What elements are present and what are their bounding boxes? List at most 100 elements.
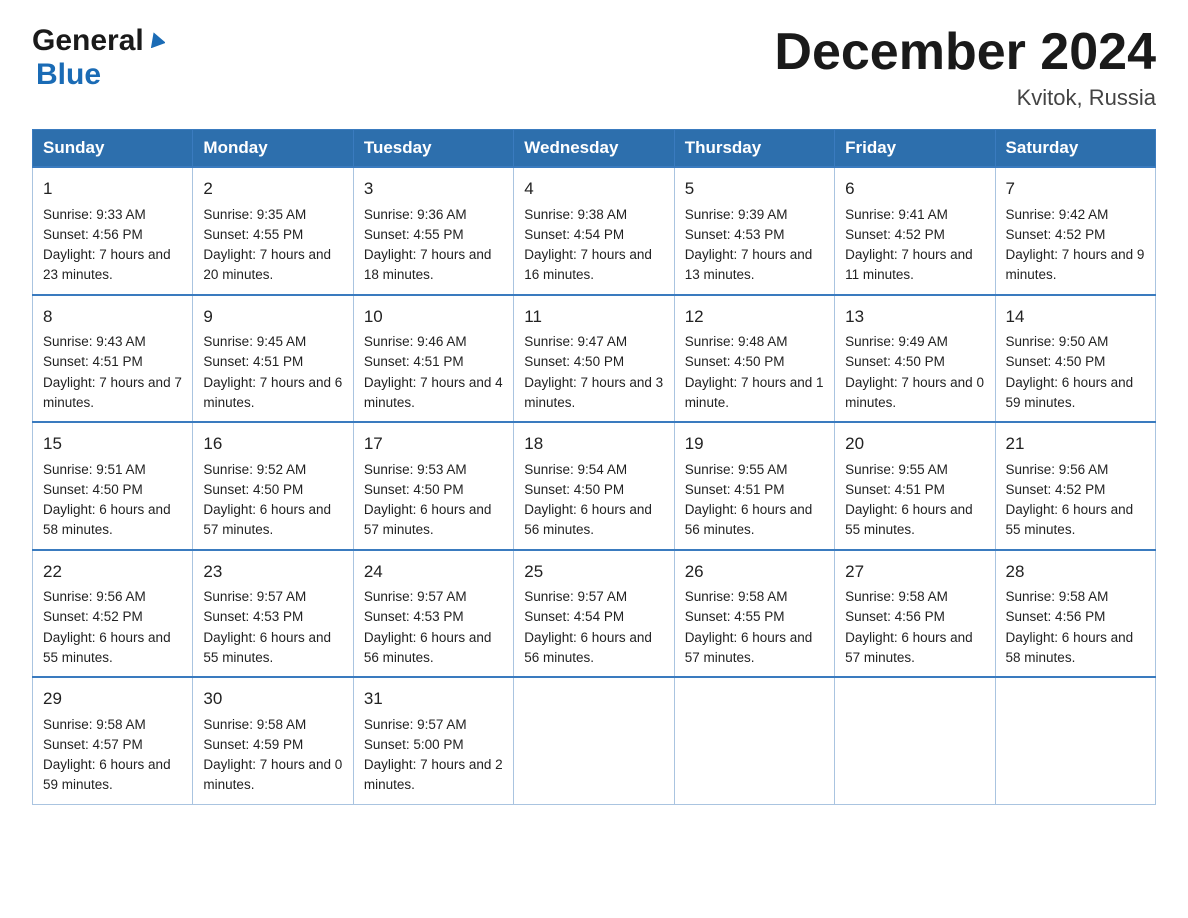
- sunset-text: Sunset: 4:51 PM: [685, 482, 785, 497]
- day-number: 11: [524, 304, 663, 330]
- sunrise-text: Sunrise: 9:56 AM: [43, 589, 146, 604]
- table-row: 26 Sunrise: 9:58 AM Sunset: 4:55 PM Dayl…: [674, 550, 834, 678]
- day-number: 19: [685, 431, 824, 457]
- table-row: 20 Sunrise: 9:55 AM Sunset: 4:51 PM Dayl…: [835, 422, 995, 550]
- sunrise-text: Sunrise: 9:38 AM: [524, 207, 627, 222]
- table-row: 21 Sunrise: 9:56 AM Sunset: 4:52 PM Dayl…: [995, 422, 1155, 550]
- sunset-text: Sunset: 4:50 PM: [685, 354, 785, 369]
- table-row: 22 Sunrise: 9:56 AM Sunset: 4:52 PM Dayl…: [33, 550, 193, 678]
- day-number: 3: [364, 176, 503, 202]
- sunrise-text: Sunrise: 9:58 AM: [43, 717, 146, 732]
- sunset-text: Sunset: 4:56 PM: [845, 609, 945, 624]
- sunset-text: Sunset: 4:52 PM: [43, 609, 143, 624]
- sunset-text: Sunset: 4:51 PM: [364, 354, 464, 369]
- day-number: 10: [364, 304, 503, 330]
- sunset-text: Sunset: 4:56 PM: [43, 227, 143, 242]
- day-number: 22: [43, 559, 182, 585]
- table-row: 16 Sunrise: 9:52 AM Sunset: 4:50 PM Dayl…: [193, 422, 353, 550]
- sunrise-text: Sunrise: 9:36 AM: [364, 207, 467, 222]
- sunset-text: Sunset: 4:50 PM: [524, 354, 624, 369]
- sunset-text: Sunset: 4:50 PM: [364, 482, 464, 497]
- sunrise-text: Sunrise: 9:33 AM: [43, 207, 146, 222]
- calendar-table: Sunday Monday Tuesday Wednesday Thursday…: [32, 129, 1156, 805]
- day-number: 29: [43, 686, 182, 712]
- sunset-text: Sunset: 4:53 PM: [203, 609, 303, 624]
- sunset-text: Sunset: 4:50 PM: [1006, 354, 1106, 369]
- sunset-text: Sunset: 4:51 PM: [845, 482, 945, 497]
- day-number: 17: [364, 431, 503, 457]
- daylight-text: Daylight: 6 hours and 55 minutes.: [203, 630, 331, 665]
- day-number: 9: [203, 304, 342, 330]
- sunset-text: Sunset: 4:54 PM: [524, 609, 624, 624]
- day-number: 20: [845, 431, 984, 457]
- sunset-text: Sunset: 4:52 PM: [1006, 227, 1106, 242]
- daylight-text: Daylight: 6 hours and 56 minutes.: [524, 502, 652, 537]
- sunset-text: Sunset: 4:50 PM: [845, 354, 945, 369]
- page-header: General Blue December 2024 Kvitok, Russi…: [32, 24, 1156, 111]
- table-row: 9 Sunrise: 9:45 AM Sunset: 4:51 PM Dayli…: [193, 295, 353, 423]
- daylight-text: Daylight: 7 hours and 2 minutes.: [364, 757, 503, 792]
- daylight-text: Daylight: 6 hours and 56 minutes.: [685, 502, 813, 537]
- month-title: December 2024: [774, 24, 1156, 81]
- table-row: 28 Sunrise: 9:58 AM Sunset: 4:56 PM Dayl…: [995, 550, 1155, 678]
- table-row: 15 Sunrise: 9:51 AM Sunset: 4:50 PM Dayl…: [33, 422, 193, 550]
- daylight-text: Daylight: 6 hours and 57 minutes.: [203, 502, 331, 537]
- sunrise-text: Sunrise: 9:50 AM: [1006, 334, 1109, 349]
- day-number: 23: [203, 559, 342, 585]
- day-number: 12: [685, 304, 824, 330]
- daylight-text: Daylight: 6 hours and 57 minutes.: [845, 630, 973, 665]
- sunrise-text: Sunrise: 9:42 AM: [1006, 207, 1109, 222]
- table-row: 17 Sunrise: 9:53 AM Sunset: 4:50 PM Dayl…: [353, 422, 513, 550]
- col-friday: Friday: [835, 130, 995, 168]
- sunrise-text: Sunrise: 9:47 AM: [524, 334, 627, 349]
- table-row: 10 Sunrise: 9:46 AM Sunset: 4:51 PM Dayl…: [353, 295, 513, 423]
- daylight-text: Daylight: 7 hours and 20 minutes.: [203, 247, 331, 282]
- daylight-text: Daylight: 7 hours and 4 minutes.: [364, 375, 503, 410]
- day-number: 1: [43, 176, 182, 202]
- sunrise-text: Sunrise: 9:41 AM: [845, 207, 948, 222]
- daylight-text: Daylight: 7 hours and 18 minutes.: [364, 247, 492, 282]
- sunrise-text: Sunrise: 9:58 AM: [845, 589, 948, 604]
- daylight-text: Daylight: 7 hours and 9 minutes.: [1006, 247, 1145, 282]
- sunrise-text: Sunrise: 9:58 AM: [203, 717, 306, 732]
- sunset-text: Sunset: 4:53 PM: [685, 227, 785, 242]
- sunrise-text: Sunrise: 9:45 AM: [203, 334, 306, 349]
- sunrise-text: Sunrise: 9:48 AM: [685, 334, 788, 349]
- table-row: [995, 677, 1155, 804]
- day-number: 26: [685, 559, 824, 585]
- sunrise-text: Sunrise: 9:53 AM: [364, 462, 467, 477]
- sunset-text: Sunset: 5:00 PM: [364, 737, 464, 752]
- sunset-text: Sunset: 4:57 PM: [43, 737, 143, 752]
- sunrise-text: Sunrise: 9:46 AM: [364, 334, 467, 349]
- daylight-text: Daylight: 7 hours and 0 minutes.: [203, 757, 342, 792]
- col-saturday: Saturday: [995, 130, 1155, 168]
- daylight-text: Daylight: 6 hours and 55 minutes.: [845, 502, 973, 537]
- table-row: [835, 677, 995, 804]
- table-row: [674, 677, 834, 804]
- table-row: 8 Sunrise: 9:43 AM Sunset: 4:51 PM Dayli…: [33, 295, 193, 423]
- sunrise-text: Sunrise: 9:49 AM: [845, 334, 948, 349]
- table-row: 6 Sunrise: 9:41 AM Sunset: 4:52 PM Dayli…: [835, 167, 995, 295]
- sunrise-text: Sunrise: 9:57 AM: [364, 589, 467, 604]
- daylight-text: Daylight: 6 hours and 56 minutes.: [364, 630, 492, 665]
- table-row: 2 Sunrise: 9:35 AM Sunset: 4:55 PM Dayli…: [193, 167, 353, 295]
- day-number: 14: [1006, 304, 1145, 330]
- sunrise-text: Sunrise: 9:57 AM: [203, 589, 306, 604]
- calendar-week-row: 22 Sunrise: 9:56 AM Sunset: 4:52 PM Dayl…: [33, 550, 1156, 678]
- day-number: 28: [1006, 559, 1145, 585]
- sunset-text: Sunset: 4:54 PM: [524, 227, 624, 242]
- sunrise-text: Sunrise: 9:35 AM: [203, 207, 306, 222]
- calendar-week-row: 1 Sunrise: 9:33 AM Sunset: 4:56 PM Dayli…: [33, 167, 1156, 295]
- table-row: 5 Sunrise: 9:39 AM Sunset: 4:53 PM Dayli…: [674, 167, 834, 295]
- daylight-text: Daylight: 7 hours and 3 minutes.: [524, 375, 663, 410]
- day-number: 25: [524, 559, 663, 585]
- col-wednesday: Wednesday: [514, 130, 674, 168]
- sunset-text: Sunset: 4:55 PM: [203, 227, 303, 242]
- table-row: 29 Sunrise: 9:58 AM Sunset: 4:57 PM Dayl…: [33, 677, 193, 804]
- daylight-text: Daylight: 6 hours and 56 minutes.: [524, 630, 652, 665]
- daylight-text: Daylight: 6 hours and 59 minutes.: [43, 757, 171, 792]
- calendar-week-row: 29 Sunrise: 9:58 AM Sunset: 4:57 PM Dayl…: [33, 677, 1156, 804]
- table-row: 18 Sunrise: 9:54 AM Sunset: 4:50 PM Dayl…: [514, 422, 674, 550]
- daylight-text: Daylight: 7 hours and 7 minutes.: [43, 375, 182, 410]
- sunrise-text: Sunrise: 9:55 AM: [685, 462, 788, 477]
